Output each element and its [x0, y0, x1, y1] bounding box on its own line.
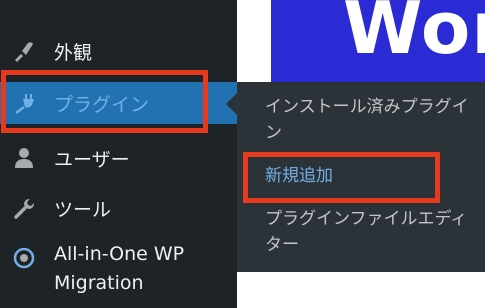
label-line-2: Migration: [54, 272, 144, 294]
wrench-icon: [12, 196, 36, 220]
sidebar-item-appearance[interactable]: 外観: [0, 30, 237, 72]
sidebar-item-label: 外観: [54, 41, 93, 64]
submenu-item-installed-plugins[interactable]: インストール済みプラグイン: [265, 94, 475, 146]
sidebar-item-label: ツール: [54, 198, 112, 221]
sidebar-item-users[interactable]: ユーザー: [0, 137, 237, 179]
paintbrush-icon: [12, 39, 36, 63]
submenu-pointer: [226, 93, 237, 115]
sidebar-item-all-in-one-wp-migration[interactable]: All-in-One WP Migration: [0, 238, 237, 298]
sidebar-item-label: ユーザー: [54, 148, 130, 171]
sidebar-item-tools[interactable]: ツール: [0, 187, 237, 229]
label-line-1: All-in-One WP: [54, 243, 185, 265]
highlight-box-plugins: [1, 70, 208, 133]
submenu-item-plugin-file-editor[interactable]: プラグインファイルエディター: [265, 206, 475, 258]
highlight-box-add-new: [243, 152, 440, 203]
wordpress-banner: Word: [271, 0, 485, 82]
migration-icon: [12, 246, 36, 270]
sidebar-item-label: All-in-One WP Migration: [54, 240, 184, 298]
admin-sidebar: 外観 プラグイン ユーザー ツール All-in-One WP Migratio…: [0, 0, 237, 308]
banner-text: Word: [343, 0, 485, 70]
user-icon: [12, 146, 36, 170]
